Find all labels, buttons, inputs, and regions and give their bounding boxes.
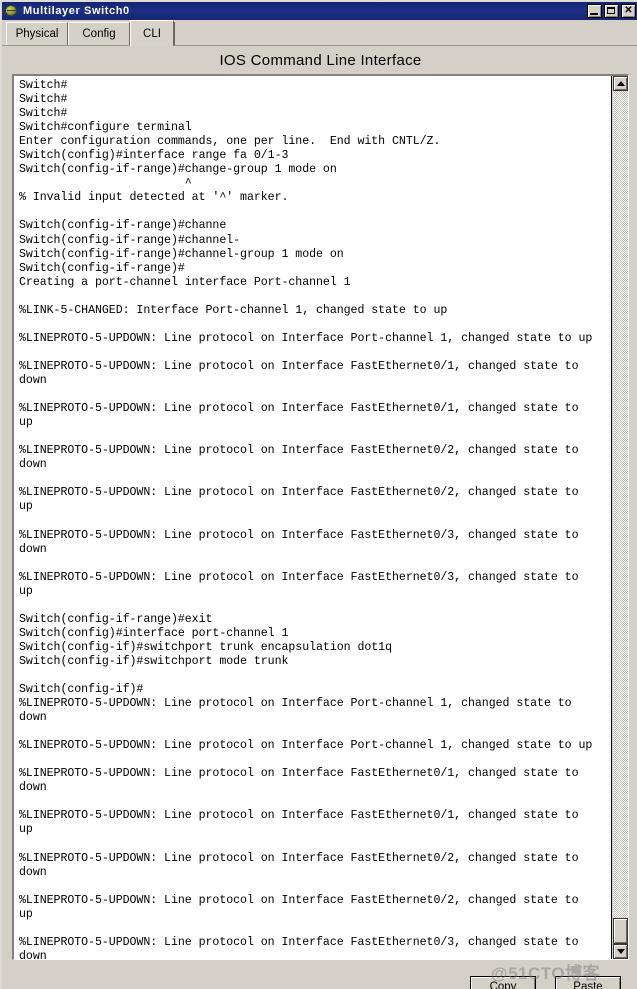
tab-config-label: Config [82, 28, 116, 40]
paste-button-label: Paste [573, 981, 603, 989]
tab-cli-label: CLI [143, 27, 161, 40]
page-title: IOS Command Line Interface [219, 52, 422, 69]
maximize-button[interactable] [604, 4, 619, 18]
tab-cli[interactable]: CLI [130, 20, 174, 46]
window-title: Multilayer Switch0 [23, 5, 130, 17]
paste-button[interactable]: Paste [555, 976, 621, 989]
minimize-button[interactable] [587, 4, 602, 18]
copy-button[interactable]: Copy [470, 976, 536, 989]
tab-physical[interactable]: Physical [6, 22, 68, 45]
close-icon: ✕ [624, 5, 633, 16]
cli-console: Switch# Switch# Switch# Switch#configure… [12, 74, 629, 960]
tab-bar: Physical Config CLI [2, 20, 637, 46]
panel-header: IOS Command Line Interface [2, 47, 637, 74]
window-controls: ✕ [587, 4, 637, 18]
scrollbar-track[interactable] [613, 91, 628, 944]
terminal-output-area[interactable]: Switch# Switch# Switch# Switch#configure… [14, 76, 612, 959]
close-button[interactable]: ✕ [621, 4, 636, 18]
tab-physical-label: Physical [15, 28, 59, 40]
scroll-up-icon[interactable] [613, 76, 628, 91]
application-window: Multilayer Switch0 ✕ Physical Config CLI… [0, 0, 637, 989]
scrollbar-thumb[interactable] [613, 918, 628, 944]
globe-icon [4, 4, 19, 18]
bottom-button-bar: Copy Paste [2, 964, 637, 989]
terminal-text: Switch# Switch# Switch# Switch#configure… [19, 79, 593, 959]
copy-button-label: Copy [489, 981, 517, 989]
scroll-down-icon[interactable] [613, 944, 628, 959]
title-bar: Multilayer Switch0 ✕ [2, 2, 637, 20]
tab-bar-filler [174, 22, 637, 45]
vertical-scrollbar[interactable] [611, 76, 628, 959]
tab-config[interactable]: Config [68, 22, 130, 45]
